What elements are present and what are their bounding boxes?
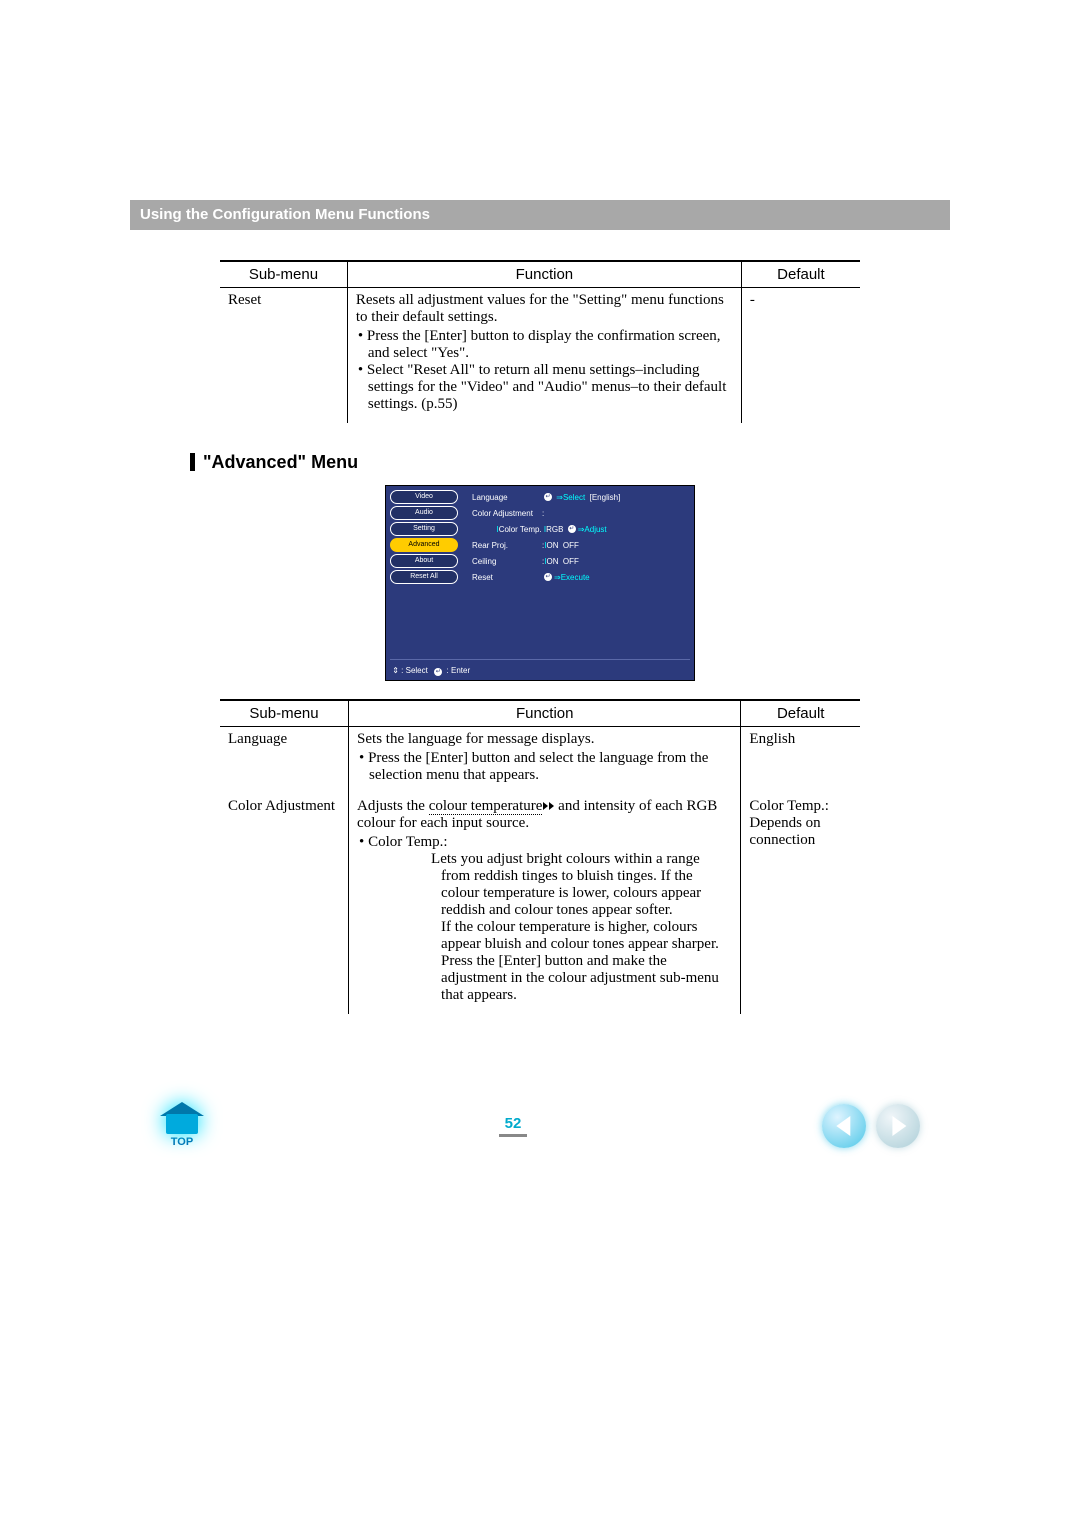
col-header-function: Function xyxy=(349,700,741,727)
col-header-default: Default xyxy=(741,261,860,288)
bullet-item: Select "Reset All" to return all menu se… xyxy=(358,362,733,413)
cell-default: English xyxy=(741,727,860,795)
osd-menu-item-selected: Advanced xyxy=(390,538,458,552)
cell-default: - xyxy=(741,288,860,424)
col-header-submenu: Sub-menu xyxy=(220,700,349,727)
table-row: Color Adjustment Adjusts the colour temp… xyxy=(220,794,860,1014)
osd-label: Ceiling xyxy=(472,557,542,566)
osd-value: ON xyxy=(546,557,558,566)
top-link[interactable]: TOP xyxy=(160,1104,204,1148)
prev-page-button[interactable] xyxy=(822,1104,866,1148)
glossary-link[interactable]: colour temperature xyxy=(429,798,543,815)
osd-label: Color Adjustment xyxy=(472,509,542,518)
cell-function: Sets the language for message displays. … xyxy=(349,727,741,795)
page-footer: TOP 52 xyxy=(130,1104,950,1148)
bullet-item: Press the [Enter] button and select the … xyxy=(359,750,732,784)
home-icon xyxy=(160,1104,204,1134)
osd-label: Rear Proj. xyxy=(472,541,542,550)
cell-function-intro-a: Adjusts the xyxy=(357,798,429,814)
section-banner-text: Using the Configuration Menu Functions xyxy=(140,206,430,223)
col-header-function: Function xyxy=(347,261,741,288)
enter-icon: ↵ xyxy=(434,668,442,676)
osd-hint: ⇒Execute xyxy=(554,573,590,582)
bullet-item: Color Temp.: Lets you adjust bright colo… xyxy=(359,834,732,1004)
enter-icon: ↵ xyxy=(544,493,552,501)
next-page-button[interactable] xyxy=(876,1104,920,1148)
bullet-item: Press the [Enter] button to display the … xyxy=(358,328,733,362)
top-label: TOP xyxy=(171,1136,193,1148)
osd-label: Reset xyxy=(472,573,542,582)
updown-icon: ⇕ xyxy=(392,666,399,675)
osd-value: OFF xyxy=(563,541,579,550)
cell-submenu: Color Adjustment xyxy=(220,794,349,1014)
osd-sub: Color Temp. xyxy=(499,525,542,534)
table-row: Reset Resets all adjustment values for t… xyxy=(220,288,860,424)
col-header-submenu: Sub-menu xyxy=(220,261,347,288)
col-header-default: Default xyxy=(741,700,860,727)
cell-function-intro: Sets the language for message displays. xyxy=(357,731,594,747)
osd-menu-item: Video xyxy=(390,490,458,504)
osd-menu-item: Audio xyxy=(390,506,458,520)
cell-submenu: Language xyxy=(220,727,349,795)
osd-opt: RGB xyxy=(546,525,563,534)
settings-table-reset: Sub-menu Function Default Reset Resets a… xyxy=(220,260,860,423)
cell-default: Color Temp.: Depends on connection xyxy=(741,794,860,1014)
osd-value: OFF xyxy=(563,557,579,566)
document-page: Using the Configuration Menu Functions S… xyxy=(0,0,1080,1188)
forward-icon xyxy=(543,802,548,810)
osd-menu-item: Reset All xyxy=(390,570,458,584)
osd-value: ON xyxy=(546,541,558,550)
osd-hint: ⇒Adjust xyxy=(578,525,607,534)
section-banner: Using the Configuration Menu Functions xyxy=(130,200,950,230)
cell-submenu: Reset xyxy=(220,288,347,424)
section-heading: "Advanced" Menu xyxy=(190,453,950,471)
osd-screenshot: Video Language↵ ⇒Select [English] Audio … xyxy=(130,485,950,681)
cell-function-intro: Resets all adjustment values for the "Se… xyxy=(356,292,724,325)
osd-label: Language xyxy=(472,493,542,502)
advanced-menu-table: Sub-menu Function Default Language Sets … xyxy=(220,699,860,1014)
table-row: Language Sets the language for message d… xyxy=(220,727,860,795)
osd-value: [English] xyxy=(590,493,621,502)
osd-menu-item: Setting xyxy=(390,522,458,536)
enter-icon: ↵ xyxy=(544,573,552,581)
cell-function: Adjusts the colour temperature and inten… xyxy=(349,794,741,1014)
cell-function: Resets all adjustment values for the "Se… xyxy=(347,288,741,424)
osd-footer: ⇕ : Select ↵ : Enter xyxy=(390,663,690,676)
osd-hint: ⇒Select xyxy=(556,493,585,502)
page-number: 52 xyxy=(499,1115,528,1137)
enter-icon: ↵ xyxy=(568,525,576,533)
osd-menu-item: About xyxy=(390,554,458,568)
